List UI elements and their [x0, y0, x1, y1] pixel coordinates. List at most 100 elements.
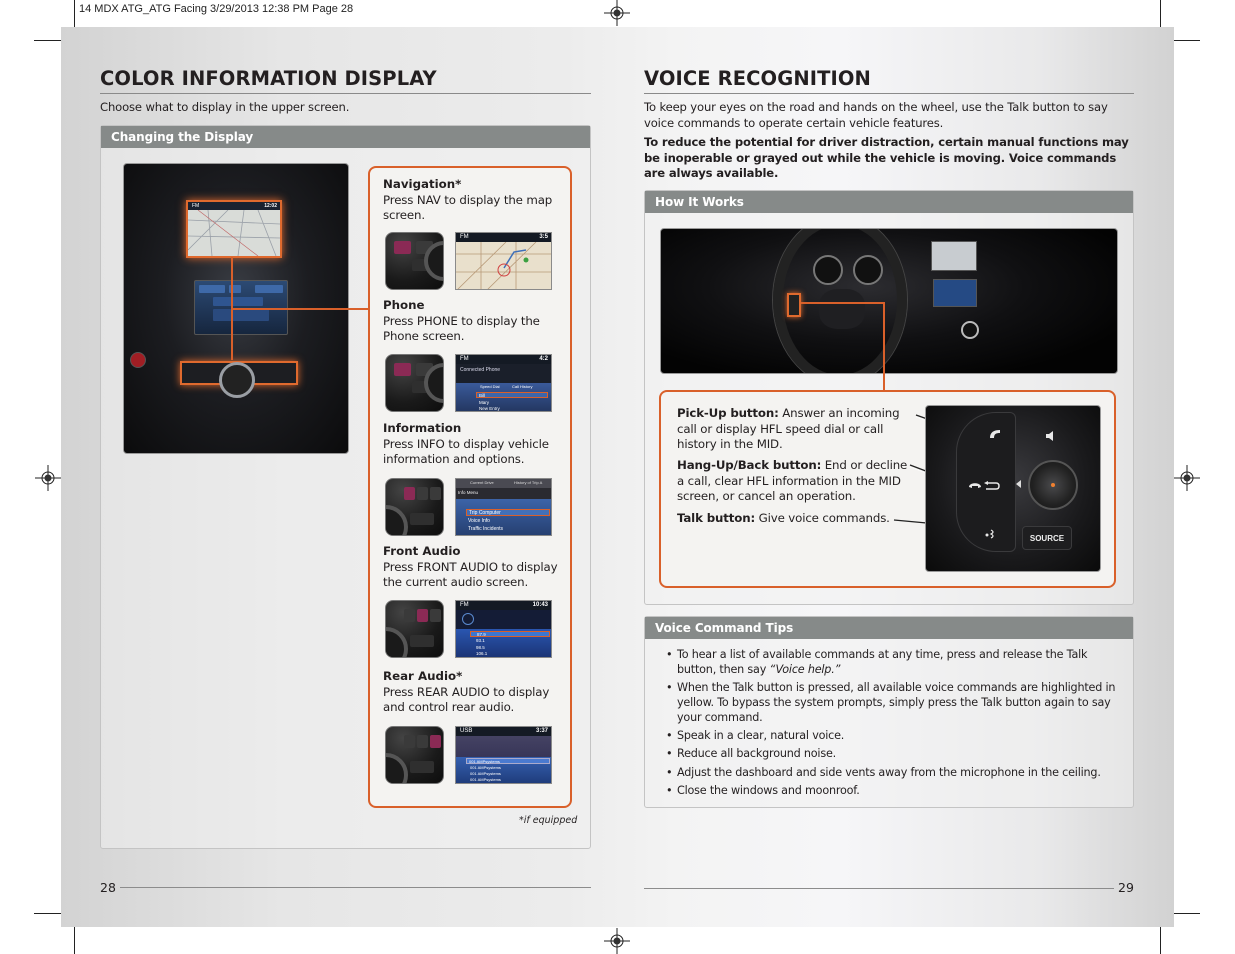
tip-item: To hear a list of available commands at … — [664, 648, 1124, 678]
feature-title: Phone — [383, 298, 425, 312]
hangup-back-icon — [969, 481, 1000, 490]
screen-band: FM — [192, 203, 200, 209]
screen-clock: 4:2 — [539, 356, 548, 362]
registration-mark-icon — [1174, 465, 1200, 491]
tip-text: Reduce all background noise. — [677, 747, 836, 761]
rear-audio-row: 001 AMPsystems — [470, 765, 501, 770]
upper-screen: FM 12:02 — [186, 200, 282, 258]
scroll-wheel-indicator — [1051, 483, 1055, 487]
info-row: Trip Computer — [466, 509, 550, 516]
crop-mark — [74, 0, 75, 27]
button-label: Hang-Up/Back button: — [677, 458, 822, 472]
tip-item: Close the windows and moonroof. — [664, 784, 1124, 799]
crop-mark — [74, 927, 75, 954]
feature-title: Information — [383, 421, 462, 435]
front-audio-button-thumbnail — [385, 600, 444, 658]
page-heading: VOICE RECOGNITION — [644, 67, 871, 90]
registration-mark-icon — [604, 0, 630, 26]
phone-row: New Entry — [479, 406, 500, 411]
start-button — [130, 352, 146, 368]
button-label: Talk button: — [677, 511, 756, 525]
wheel-buttons-photo: SOURCE — [925, 405, 1101, 572]
tip-quote: “Voice help.” — [769, 662, 841, 676]
info-button-thumbnail — [385, 478, 444, 536]
info-tab: Current Drive — [470, 480, 494, 485]
talk-icon — [985, 529, 994, 539]
section-bar: How It Works — [645, 191, 1133, 213]
gauge-cluster — [813, 255, 843, 285]
info-row: Traffic Incidents — [468, 526, 504, 532]
audio-row: 98.5 — [476, 645, 485, 650]
pickup-icon — [990, 430, 1000, 438]
feature-title: Navigation* — [383, 177, 462, 191]
rear-audio-button-thumbnail — [385, 726, 444, 784]
screen-band: USB — [460, 728, 473, 734]
map-lines — [456, 242, 551, 289]
page-number: 29 — [1118, 880, 1134, 895]
feature-description: Press REAR AUDIO to display and control … — [383, 685, 550, 714]
phone-tab: Speed Dial — [480, 384, 500, 389]
tip-text: To hear a list of available commands at … — [677, 648, 1088, 676]
phone-button-thumbnail — [385, 354, 444, 412]
nav-button-thumbnail — [385, 232, 444, 290]
feature-title: Rear Audio* — [383, 669, 463, 683]
screen-clock: 12:02 — [264, 203, 277, 209]
talk-button-description: Talk button: Give voice commands. — [677, 511, 917, 527]
callout-line — [801, 302, 884, 304]
feature-description: Press FRONT AUDIO to display the current… — [383, 560, 558, 589]
feature-description: Press NAV to display the map screen. — [383, 193, 553, 222]
audio-row: 93.1 — [476, 638, 485, 643]
dash-nav-screen — [931, 241, 977, 271]
screen-band: FM — [460, 356, 469, 362]
rear-audio-screen-thumbnail: USB 3:37 001 AMPsystems 001 AMPsystems 00… — [455, 726, 552, 784]
nav-screen-thumbnail: FM 3:5 — [455, 232, 552, 290]
feature-description: Press PHONE to display the Phone screen. — [383, 314, 540, 343]
gauge-cluster — [853, 255, 883, 285]
feature-title: Front Audio — [383, 544, 461, 558]
tip-item: Adjust the dashboard and side vents away… — [664, 766, 1124, 781]
hangup-button-description: Hang-Up/Back button: End or decline a ca… — [677, 458, 917, 505]
phone-row: Bill — [476, 392, 548, 398]
intro-text: Choose what to display in the upper scre… — [100, 100, 350, 114]
button-text: Give voice commands. — [755, 511, 890, 525]
info-row: Voice Info — [468, 518, 490, 524]
rear-audio-row: 001 AMPsystems — [470, 771, 501, 776]
footer-rule — [120, 887, 591, 888]
callout-line — [233, 308, 369, 310]
screen-clock: 10:43 — [532, 602, 548, 608]
print-slug: 14 MDX ATG_ATG Facing 3/29/2013 12:38 PM… — [79, 3, 354, 15]
registration-mark-icon — [604, 928, 630, 954]
tip-item: When the Talk button is pressed, all ava… — [664, 681, 1124, 725]
heading-rule — [100, 93, 591, 94]
audio-row: 106.1 — [476, 651, 488, 656]
tip-item: Speak in a clear, natural voice. — [664, 729, 1124, 744]
rear-audio-row: 001 AMPsystems — [470, 777, 501, 782]
pickup-button-description: Pick-Up button: Answer an incoming call … — [677, 406, 917, 453]
registration-mark-icon — [35, 465, 61, 491]
tip-text: Close the windows and moonroof. — [677, 783, 860, 797]
map-lines — [188, 210, 280, 256]
volume-icon — [1046, 431, 1053, 441]
info-heading: Info Menu — [458, 490, 479, 495]
info-tab: History of Trip A — [514, 480, 543, 485]
steering-hub — [819, 289, 865, 329]
audio-row: 87.9 — [470, 631, 550, 637]
crop-mark — [1174, 40, 1200, 41]
dashboard-photo — [660, 228, 1118, 374]
crop-mark — [1160, 927, 1161, 954]
tip-text: Adjust the dashboard and side vents away… — [677, 765, 1101, 779]
callout-line — [883, 302, 885, 390]
screen-clock: 3:5 — [539, 234, 548, 240]
page-number: 28 — [100, 880, 116, 895]
crop-mark — [34, 913, 61, 914]
rear-audio-row: 001 AMPsystems — [466, 758, 550, 764]
screen-band: FM — [460, 602, 469, 608]
phone-tab: Call History — [512, 384, 533, 389]
crop-mark — [1160, 0, 1161, 27]
crop-mark — [34, 40, 61, 41]
highlighted-wheel-buttons — [787, 293, 801, 317]
dash-touchscreen — [933, 279, 977, 307]
tip-text: Speak in a clear, natural voice. — [677, 728, 845, 742]
dash-knob — [961, 321, 979, 339]
intro-text: To keep your eyes on the road and hands … — [644, 100, 1108, 130]
